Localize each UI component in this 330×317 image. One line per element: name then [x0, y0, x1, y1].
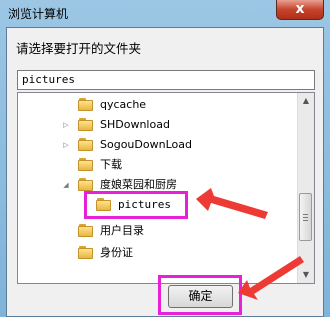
arrow-to-ok-button [238, 256, 304, 300]
browse-computer-dialog: 浏览计算机 x 请选择要打开的文件夹 pictures qycache ▷ SH… [0, 0, 330, 317]
annotation-arrows [196, 188, 304, 300]
arrow-to-pictures [196, 188, 268, 219]
